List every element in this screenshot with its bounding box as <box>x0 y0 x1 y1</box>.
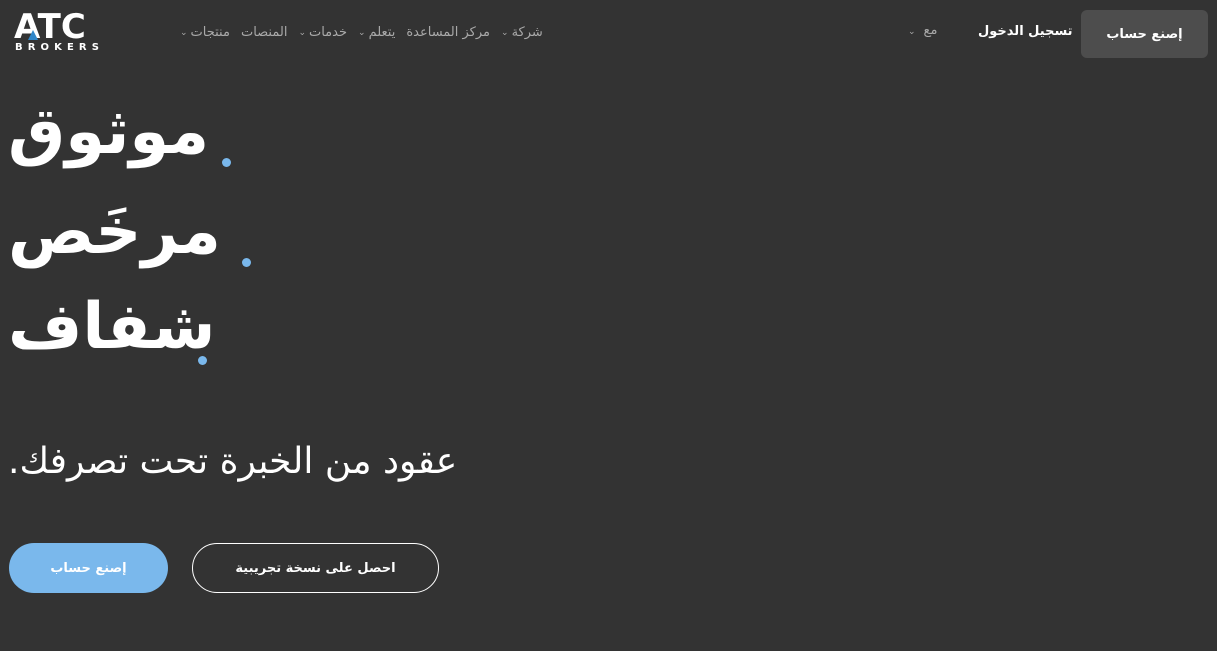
site-header: ATC BROKERS شركة ⌄ مركز المساعدة يتعلم ⌄… <box>0 0 1217 66</box>
logo-triangle-icon <box>28 30 38 40</box>
signup-button[interactable]: إصنع حساب <box>1081 10 1208 58</box>
hero-line-trusted: موثوق <box>8 95 210 169</box>
nav-item-label: منتجات <box>190 24 230 40</box>
atc-brokers-logo[interactable]: ATC BROKERS <box>14 8 116 56</box>
login-link[interactable]: تسجيل الدخول <box>978 24 1073 39</box>
hero-line-licensed: مرخَص <box>8 195 221 269</box>
nav-item-label: يتعلم <box>368 24 396 40</box>
create-account-button[interactable]: إصنع حساب <box>9 543 168 593</box>
nav-item-label: المنصات <box>240 24 288 40</box>
chevron-down-icon: ⌄ <box>358 28 366 38</box>
chevron-down-icon: ⌄ <box>908 26 916 37</box>
hero-tagline: عقود من الخبرة تحت تصرفك. <box>8 441 458 482</box>
language-label: مع <box>923 23 938 38</box>
nav-item-services[interactable]: خدمات ⌄ <box>298 25 347 40</box>
chevron-down-icon: ⌄ <box>501 28 509 38</box>
nav-item-company[interactable]: شركة ⌄ <box>501 25 543 40</box>
accent-dot <box>242 258 251 267</box>
main-nav: شركة ⌄ مركز المساعدة يتعلم ⌄ خدمات ⌄ الم… <box>180 22 543 42</box>
get-demo-button[interactable]: احصل على نسخة تجريبية <box>192 543 439 593</box>
accent-dot <box>222 158 231 167</box>
nav-item-label: مركز المساعدة <box>406 24 491 40</box>
nav-item-platforms[interactable]: المنصات <box>241 25 287 40</box>
logo-wordmark: ATC <box>14 7 86 47</box>
nav-item-label: شركة <box>511 24 543 40</box>
logo-subtitle: BROKERS <box>15 42 105 53</box>
chevron-down-icon: ⌄ <box>298 28 306 38</box>
nav-item-help-center[interactable]: مركز المساعدة <box>406 25 490 40</box>
chevron-down-icon: ⌄ <box>180 28 188 38</box>
hero-line-transparent: شفاف <box>8 290 216 364</box>
nav-item-label: خدمات <box>308 24 348 40</box>
nav-item-learn[interactable]: يتعلم ⌄ <box>358 25 395 40</box>
accent-dot <box>198 356 207 365</box>
language-selector[interactable]: مع ⌄ <box>908 23 937 38</box>
nav-item-products[interactable]: منتجات ⌄ <box>180 25 230 40</box>
